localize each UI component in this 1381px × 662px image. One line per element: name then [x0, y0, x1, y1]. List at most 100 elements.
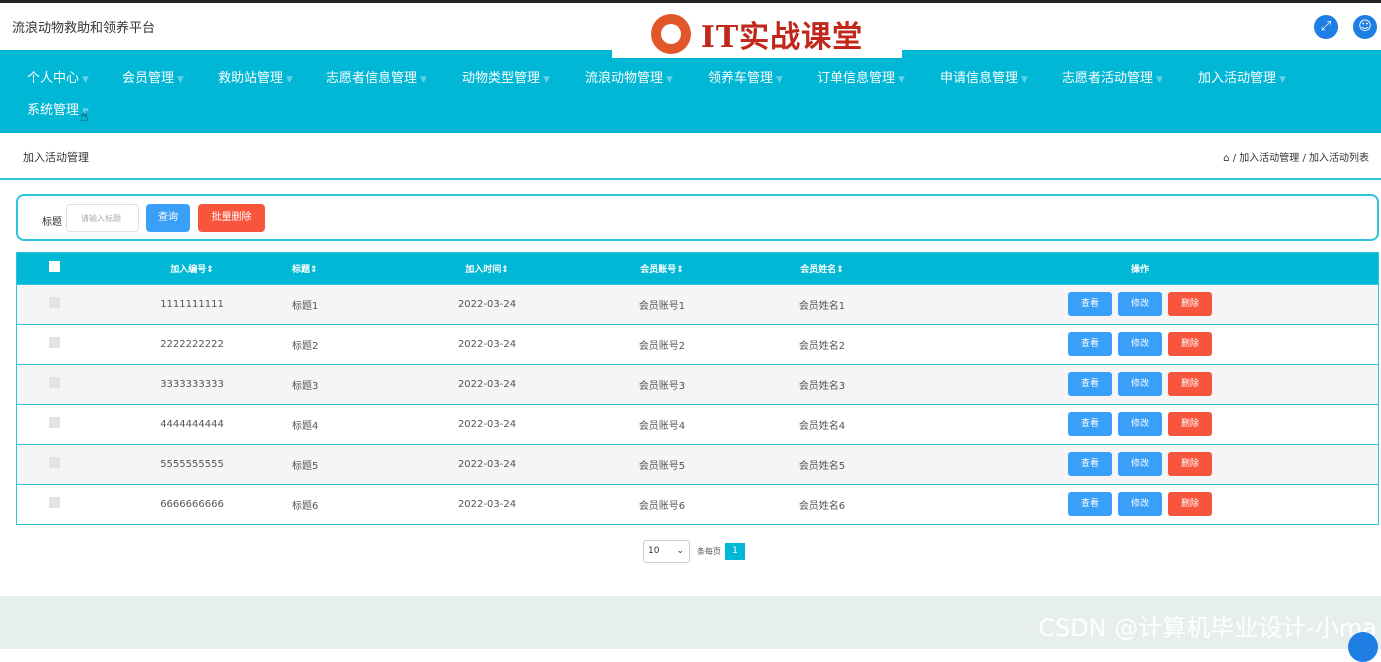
- table-row: 2222222222 标题2 2022-03-24 会员账号2 会员姓名2 查看 修改 删除: [17, 324, 1378, 364]
- view-button[interactable]: 查看: [1068, 452, 1112, 476]
- cell-join-time: 2022-03-24: [457, 378, 517, 390]
- edit-button[interactable]: 修改: [1118, 372, 1162, 396]
- cell-join-time: 2022-03-24: [457, 498, 517, 510]
- cell-actions: 查看 修改 删除: [902, 484, 1378, 524]
- cell-actions: 查看 修改 删除: [902, 404, 1378, 444]
- row-checkbox[interactable]: [49, 297, 60, 308]
- cell-join-id: 5555555555: [160, 458, 224, 470]
- nav-item-join-activity[interactable]: 加入活动管理 ▼: [1198, 67, 1286, 86]
- edit-button[interactable]: 修改: [1118, 492, 1162, 517]
- cell-title: 标题5: [292, 460, 319, 472]
- cell-title: 标题6: [292, 500, 319, 512]
- view-button[interactable]: 查看: [1068, 332, 1112, 356]
- cell-join-time: 2022-03-24: [457, 298, 517, 310]
- edit-button[interactable]: 修改: [1118, 452, 1162, 476]
- select-all-checkbox[interactable]: [49, 261, 60, 273]
- page-size-value: 10: [648, 546, 660, 556]
- nav-item-personal-center[interactable]: 个人中心 ▼: [27, 67, 89, 86]
- nav-item-rescue-station[interactable]: 救助站管理 ▼: [218, 67, 293, 86]
- sort-icon[interactable]: ⇕: [501, 265, 509, 275]
- row-checkbox[interactable]: [49, 337, 60, 348]
- cell-member-account: 会员账号5: [638, 460, 686, 472]
- cell-member-account: 会员账号6: [638, 500, 686, 512]
- column-header-actions: 操作: [1130, 264, 1149, 275]
- row-checkbox[interactable]: [49, 377, 60, 388]
- caret-down-icon: ▼: [1021, 75, 1028, 85]
- title-search-input[interactable]: [66, 204, 139, 232]
- row-checkbox[interactable]: [49, 457, 60, 468]
- back-to-top-button[interactable]: [1348, 632, 1378, 662]
- batch-delete-button[interactable]: 批量删除: [198, 204, 265, 232]
- column-header-label: 加入编号: [170, 264, 207, 275]
- sort-icon[interactable]: ⇕: [836, 265, 844, 275]
- cell-actions: 查看 修改 删除: [902, 324, 1378, 364]
- cell-member-name: 会员姓名4: [798, 420, 846, 432]
- view-button[interactable]: 查看: [1068, 492, 1112, 517]
- column-header-label: 标题: [292, 264, 311, 275]
- cell-member-account: 会员账号1: [638, 300, 686, 312]
- search-label: 标题: [42, 217, 62, 228]
- table-row: 1111111111 标题1 2022-03-24 会员账号1 会员姓名1 查看 修改 删除: [17, 284, 1378, 324]
- column-header[interactable]: 会员姓名⇕: [742, 253, 902, 284]
- row-checkbox[interactable]: [49, 497, 60, 509]
- cell-title: 标题1: [292, 300, 319, 312]
- column-header[interactable]: 标题⇕: [292, 253, 392, 284]
- caret-down-icon: ▼: [776, 75, 783, 85]
- breadcrumb-item[interactable]: 加入活动管理: [1239, 153, 1299, 164]
- breadcrumb: ⌂ / 加入活动管理 / 加入活动列表: [1223, 153, 1369, 164]
- nav-item-label: 领养车管理: [708, 71, 774, 86]
- table-row: 4444444444 标题4 2022-03-24 会员账号4 会员姓名4 查看 修改 删除: [17, 404, 1378, 444]
- search-panel: 标题 查询 批量删除: [16, 194, 1379, 241]
- delete-button[interactable]: 删除: [1168, 372, 1212, 396]
- edit-button[interactable]: 修改: [1118, 292, 1162, 316]
- delete-button[interactable]: 删除: [1168, 452, 1212, 476]
- table-row: 5555555555 标题5 2022-03-24 会员账号5 会员姓名5 查看 修改 删除: [17, 444, 1378, 484]
- sort-icon[interactable]: ⇕: [206, 265, 214, 275]
- cell-title: 标题4: [292, 420, 319, 432]
- edit-button[interactable]: 修改: [1118, 332, 1162, 356]
- page-number-current[interactable]: 1: [725, 543, 745, 560]
- home-icon[interactable]: ⌂: [1223, 153, 1229, 164]
- cell-member-account: 会员账号4: [638, 420, 686, 432]
- cell-member-name: 会员姓名1: [798, 300, 846, 312]
- column-header[interactable]: 加入编号⇕: [92, 253, 292, 284]
- fullscreen-icon[interactable]: ⤢: [1314, 15, 1338, 39]
- cell-actions: 查看 修改 删除: [902, 364, 1378, 404]
- column-header-label: 会员姓名: [800, 264, 837, 275]
- delete-button[interactable]: 删除: [1168, 292, 1212, 316]
- caret-down-icon: ▼: [1279, 75, 1286, 85]
- cell-member-name: 会员姓名6: [798, 500, 846, 512]
- column-header[interactable]: 会员账号⇕: [582, 253, 742, 284]
- nav-item-order-info[interactable]: 订单信息管理 ▼: [817, 67, 905, 86]
- nav-item-animal-type[interactable]: 动物类型管理 ▼: [462, 67, 550, 86]
- column-header-label: 会员账号: [640, 264, 677, 275]
- nav-item-volunteer-info[interactable]: 志愿者信息管理 ▼: [326, 67, 427, 86]
- delete-button[interactable]: 删除: [1168, 492, 1212, 517]
- nav-item-adoption-cart[interactable]: 领养车管理 ▼: [708, 67, 783, 86]
- view-button[interactable]: 查看: [1068, 292, 1112, 316]
- delete-button[interactable]: 删除: [1168, 332, 1212, 356]
- cell-join-id: 6666666666: [160, 498, 224, 510]
- query-button[interactable]: 查询: [146, 204, 190, 232]
- data-table: 加入编号⇕ 标题⇕ 加入时间⇕ 会员账号⇕ 会员姓名⇕ 操作 111111111…: [16, 252, 1379, 525]
- sort-icon[interactable]: ⇕: [676, 265, 684, 275]
- pagination: 10 ⌄ 条每页 1: [643, 540, 745, 563]
- nav-item-volunteer-activity[interactable]: 志愿者活动管理 ▼: [1062, 67, 1163, 86]
- sort-icon[interactable]: ⇕: [310, 265, 318, 275]
- edit-button[interactable]: 修改: [1118, 412, 1162, 436]
- user-icon[interactable]: ☺: [1353, 15, 1377, 39]
- caret-down-icon: ▼: [177, 75, 184, 85]
- page-size-select[interactable]: 10 ⌄: [643, 540, 690, 563]
- nav-item-label: 动物类型管理: [462, 71, 541, 86]
- delete-button[interactable]: 删除: [1168, 412, 1212, 436]
- row-checkbox[interactable]: [49, 417, 60, 428]
- caret-down-icon: ▼: [898, 75, 905, 85]
- column-header[interactable]: 加入时间⇕: [392, 253, 582, 284]
- nav-item-member[interactable]: 会员管理 ▼: [122, 67, 184, 86]
- cell-member-name: 会员姓名5: [798, 460, 846, 472]
- view-button[interactable]: 查看: [1068, 412, 1112, 436]
- view-button[interactable]: 查看: [1068, 372, 1112, 396]
- cell-member-name: 会员姓名2: [798, 340, 846, 352]
- nav-item-stray-animal[interactable]: 流浪动物管理 ▼: [585, 67, 673, 86]
- nav-item-application-info[interactable]: 申请信息管理 ▼: [940, 67, 1028, 86]
